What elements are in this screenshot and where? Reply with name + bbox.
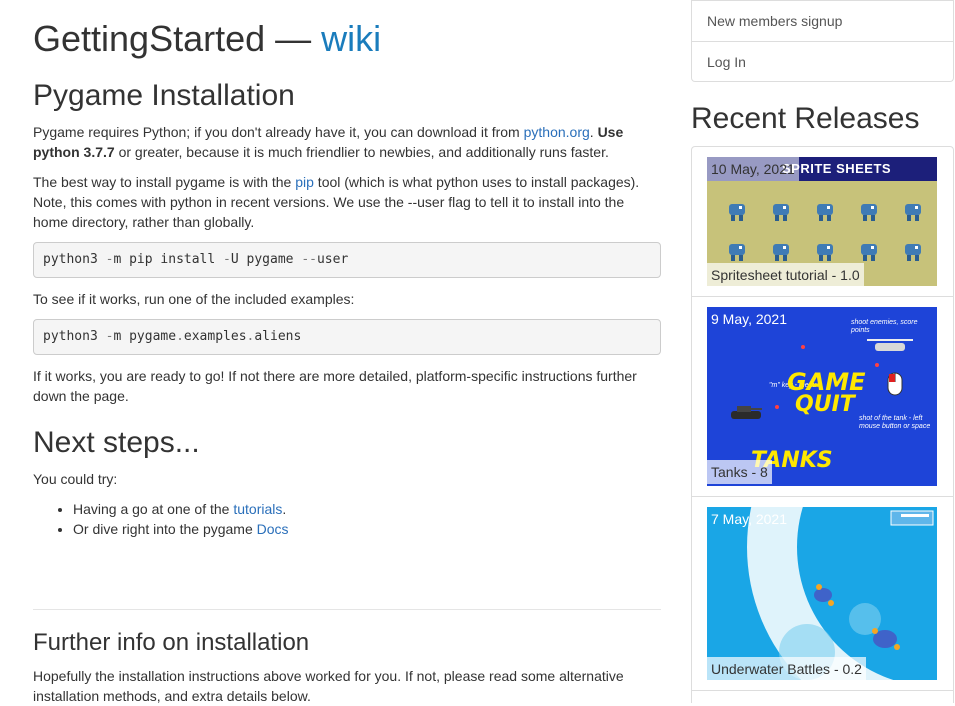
list-item-text: Having a go at one of the [73,501,234,517]
release-name[interactable]: Spritesheet tutorial - 1.0 [707,263,864,286]
release-date: 10 May, 2021 [707,157,799,181]
page-title-text: GettingStarted — [33,18,322,59]
tank-icon [731,406,762,419]
pip-link[interactable]: pip [295,174,314,190]
underwater-artwork [747,507,937,680]
release-thumbnail[interactable]: shoot enemies, score points "m" key - me… [707,307,937,486]
release-date: 7 May, 2021 [711,511,788,527]
release-item-next[interactable] [692,691,953,703]
release-name[interactable]: Tanks - 8 [707,460,772,484]
dino-sprite [769,201,791,221]
pip-paragraph: The best way to install pygame is with t… [33,172,661,232]
hud-bar [901,514,929,517]
code-token: aliens [254,329,302,344]
next-steps-list: Having a go at one of the tutorials. Or … [33,499,661,539]
dino-sprite [725,241,747,261]
requirements-paragraph: Pygame requires Python; if you don't alr… [33,122,661,162]
list-item-text: . [282,501,287,517]
code-token: . [176,329,184,344]
heading-pygame-installation: Pygame Installation [33,79,295,112]
p1-text-b: . [589,124,598,140]
heading-further-info: Further info on installation [33,629,310,656]
projectile-icon [875,363,879,367]
list-item-text: Or dive right into the pygame [73,521,257,537]
heading-next-steps: Next steps... [33,426,200,459]
p1-text-a: Pygame requires Python; if you don't alr… [33,124,524,140]
log-in-link[interactable]: Log In [692,41,953,81]
releases-list: SPRITE SHEETS 10 May, 2021 Spritesheet t… [691,146,954,703]
release-thumbnail[interactable]: 7 May, 2021 Underwater Battles - 0.2 [707,507,937,680]
docs-link[interactable]: Docs [257,521,289,537]
recent-releases-heading: Recent Releases [691,102,920,135]
code-token: U pygame [230,252,302,267]
code-token: m pygame [113,329,177,344]
release-item-tanks[interactable]: shoot enemies, score points "m" key - me… [692,297,953,497]
code-token: - [223,252,231,267]
install-command-code[interactable]: python3 -m pip install -U pygame --user [33,242,661,278]
result-paragraph: If it works, you are ready to go! If not… [33,368,637,404]
dino-sprite [813,241,835,261]
account-menu: New members signup Log In [691,0,954,82]
projectile-icon [801,345,805,349]
tutorials-link[interactable]: tutorials [233,501,282,517]
release-date: 9 May, 2021 [711,311,788,327]
mouse-icon [887,372,903,396]
p2-text-a: The best way to install pygame is with t… [33,174,296,190]
code-token: -- [301,252,317,267]
code-token: m pip install [113,252,224,267]
new-members-signup-link[interactable]: New members signup [692,0,953,41]
code-token: python3 [43,329,106,344]
dino-sprite [901,241,923,261]
wiki-link[interactable]: wiki [321,18,381,59]
dino-sprite [769,241,791,261]
test-paragraph: To see if it works, run one of the inclu… [33,291,355,307]
code-token: user [316,252,349,267]
python-org-link[interactable]: python.org [524,124,590,140]
dino-sprite [813,201,835,221]
list-item: Or dive right into the pygame Docs [73,519,661,539]
release-name[interactable]: Underwater Battles - 0.2 [707,657,866,680]
helicopter-icon [867,339,913,351]
section-divider [33,609,661,610]
p1-text-c: or greater, because it is much friendlie… [114,144,609,160]
release-thumbnail[interactable]: SPRITE SHEETS 10 May, 2021 Spritesheet t… [707,157,937,286]
code-token: python3 [43,252,106,267]
dino-sprite [857,241,879,261]
list-item: Having a go at one of the tutorials. [73,499,661,519]
hud-panel [890,510,934,526]
dino-sprite [725,201,747,221]
release-item-spritesheet[interactable]: SPRITE SHEETS 10 May, 2021 Spritesheet t… [692,147,953,297]
page-title: GettingStarted — wiki [33,16,381,62]
release-item-underwater[interactable]: 7 May, 2021 Underwater Battles - 0.2 [692,497,953,691]
further-info-paragraph: Hopefully the installation instructions … [33,668,624,704]
next-steps-intro: You could try: [33,471,118,487]
code-token: examples [183,329,247,344]
example-command-code[interactable]: python3 -m pygame.examples.aliens [33,319,661,355]
dino-sprite [857,201,879,221]
projectile-icon [775,405,779,409]
dino-sprite [901,201,923,221]
